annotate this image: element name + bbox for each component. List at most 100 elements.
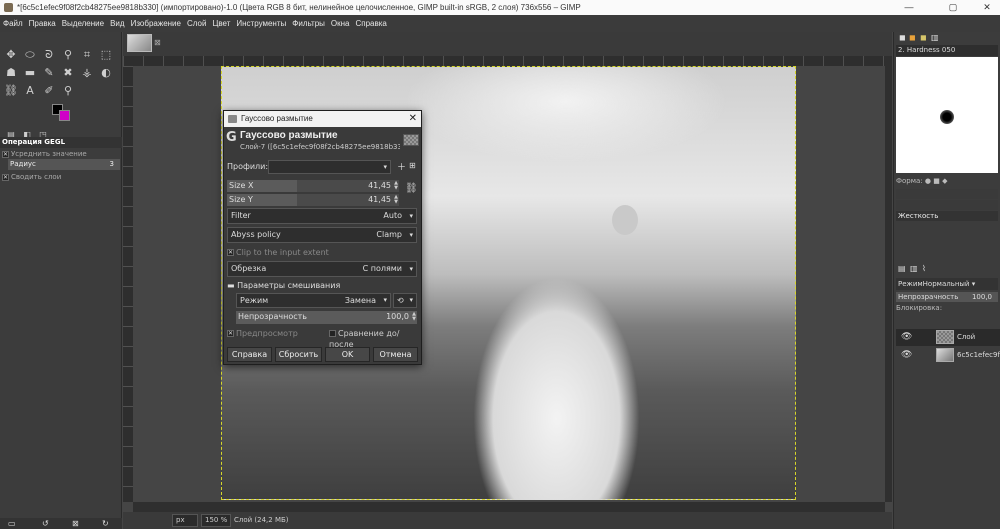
image-tab-thumbnail[interactable] [127,34,152,52]
average-option[interactable]: ✕ Усреднить значение [2,149,120,159]
profiles-combo[interactable]: ▾ [268,160,391,174]
crop-icon[interactable]: ⌗ [78,46,96,63]
merge-checkbox[interactable]: ✕ [2,173,9,181]
vertical-ruler[interactable] [123,66,133,502]
abyss-policy-combo[interactable]: Abyss policy Clamp ▾ [227,227,417,243]
fuzzy-select-icon[interactable]: ⚲ [59,46,77,63]
patterns-tab-icon[interactable]: ◼ [909,33,916,42]
reset-button[interactable]: Сбросить [275,347,322,362]
blend-opacity-value[interactable]: 100,0 [386,311,409,323]
color-picker-icon[interactable]: ✐ [40,82,58,99]
smudge-icon[interactable]: ◐ [97,64,115,81]
shape-circle-icon[interactable]: ● [925,177,931,185]
merge-option[interactable]: ✕ Сводить слои [2,172,120,182]
text-tool-icon[interactable]: A [21,82,39,99]
menu-edit[interactable]: Правка [26,15,59,32]
shape-square-icon[interactable]: ■ [933,177,940,185]
cancel-button[interactable]: Отмена [373,347,418,362]
blend-mode-combo[interactable]: Режим Замена ▾ [236,293,391,308]
visibility-eye-icon[interactable]: 👁 [901,347,912,364]
menu-tools[interactable]: Инструменты [233,15,289,32]
restore-options-icon[interactable]: ↺ [42,519,49,528]
lasso-icon[interactable]: ᘐ [40,46,58,63]
layer-row[interactable]: 👁 Слой [896,329,1000,346]
minimize-button[interactable]: — [896,0,922,15]
delete-options-icon[interactable]: ⊠ [72,519,79,528]
menu-select[interactable]: Выделение [59,15,107,32]
menu-view[interactable]: Вид [107,15,127,32]
menu-image[interactable]: Изображение [128,15,184,32]
filter-combo[interactable]: Filter Auto ▾ [227,208,417,224]
collapse-icon[interactable]: ▬ [227,281,235,290]
layer-opacity-slider[interactable]: Непрозрачность 100,0 [896,292,998,302]
paintbrush-icon[interactable]: ✎ [40,64,58,81]
maximize-button[interactable]: ▢ [940,0,966,15]
brush-param-1[interactable] [896,189,998,199]
close-window-button[interactable]: ✕ [974,0,1000,15]
help-button[interactable]: Справка [227,347,272,362]
clone-icon[interactable]: ⚶ [78,64,96,81]
spin-icon[interactable]: ▲ ▼ [394,195,398,205]
paths-icon[interactable]: ⛓ [2,82,20,99]
layer-opacity-value[interactable]: 100,0 [972,292,992,302]
hardness-field[interactable]: Жесткость [896,211,998,221]
reset-options-icon[interactable]: ↻ [102,519,109,528]
menu-help[interactable]: Справка [352,15,389,32]
layers-tab-icon[interactable]: ▤ [898,264,906,273]
unified-transform-icon[interactable]: ⬚ [97,46,115,63]
clip-extent-option[interactable]: ✕ Clip to the input extent [227,246,417,259]
preview-checkbox[interactable]: ✕ [227,330,234,337]
menu-file[interactable]: Файл [0,15,26,32]
horizontal-ruler[interactable] [123,56,885,66]
spin-icon[interactable]: ▲ ▼ [394,181,398,191]
brush-param-2[interactable] [896,200,998,210]
compare-option[interactable]: Сравнение до/после [329,328,421,349]
zoom-tool-icon[interactable]: ⚲ [59,82,77,99]
rect-select-icon[interactable]: ⬭ [21,46,39,63]
paths-tab-icon[interactable]: ⌇ [922,264,926,273]
size-y-value[interactable]: 41,45 [368,194,391,206]
fonts-tab-icon[interactable]: ◼ [920,33,927,42]
horizontal-scrollbar[interactable] [133,502,885,512]
unit-select[interactable]: px [172,514,198,527]
preset-menu-icon[interactable]: ⊞ [409,161,416,170]
menu-windows[interactable]: Окна [328,15,353,32]
eraser-icon[interactable]: ✖ [59,64,77,81]
size-x-slider[interactable]: Size X 41,45 ▲ ▼ [227,180,399,192]
warp-icon[interactable]: ☗ [2,64,20,81]
blend-opacity-slider[interactable]: Непрозрачность 100,0 ▲ ▼ [236,311,417,324]
image-tab-close-icon[interactable]: ⊠ [154,38,161,47]
spin-icon[interactable]: ▲ ▼ [412,312,416,322]
ok-button[interactable]: OK [325,347,370,362]
radius-field[interactable]: Радиус 3 [8,159,120,170]
layer-row[interactable]: 👁 6c5c1efec9f0 [896,347,1000,364]
preview-option[interactable]: ✕ Предпросмотр [227,328,298,339]
compare-checkbox[interactable] [329,330,336,337]
add-preset-icon[interactable]: ＋ [397,160,406,173]
layer-mode-select[interactable]: РежимНормальный ▾ [896,278,998,290]
shape-diamond-icon[interactable]: ◆ [942,177,947,185]
vertical-scrollbar[interactable] [885,56,892,502]
visibility-eye-icon[interactable]: 👁 [901,329,912,346]
chain-link-icon[interactable]: ⛓ [405,183,418,194]
size-x-value[interactable]: 41,45 [368,180,391,192]
brushes-tab-icon[interactable]: ◼ [899,33,906,42]
crop-combo[interactable]: Обрезка С полями ▾ [227,261,417,277]
clip-checkbox[interactable]: ✕ [227,249,234,256]
dialog-close-icon[interactable]: ✕ [409,111,417,127]
menu-colors[interactable]: Цвет [209,15,233,32]
gradients-tab-icon[interactable]: ▥ [931,33,939,42]
size-y-slider[interactable]: Size Y 41,45 ▲ ▼ [227,194,399,206]
gradient-icon[interactable]: ▬ [21,64,39,81]
move-tool-icon[interactable]: ✥ [2,46,20,63]
save-options-icon[interactable]: ▭ [8,519,16,528]
menu-layer[interactable]: Слой [184,15,209,32]
menu-filters[interactable]: Фильтры [289,15,328,32]
zoom-select[interactable]: 150 % [201,514,231,527]
radius-value[interactable]: 3 [110,159,114,170]
background-color[interactable] [59,110,70,121]
channels-tab-icon[interactable]: ▥ [910,264,918,273]
blend-options-expander[interactable]: ▬ Параметры смешивания [227,280,417,291]
average-checkbox[interactable]: ✕ [2,150,9,158]
composite-mode-button[interactable]: ⟲ ▾ [393,293,417,308]
